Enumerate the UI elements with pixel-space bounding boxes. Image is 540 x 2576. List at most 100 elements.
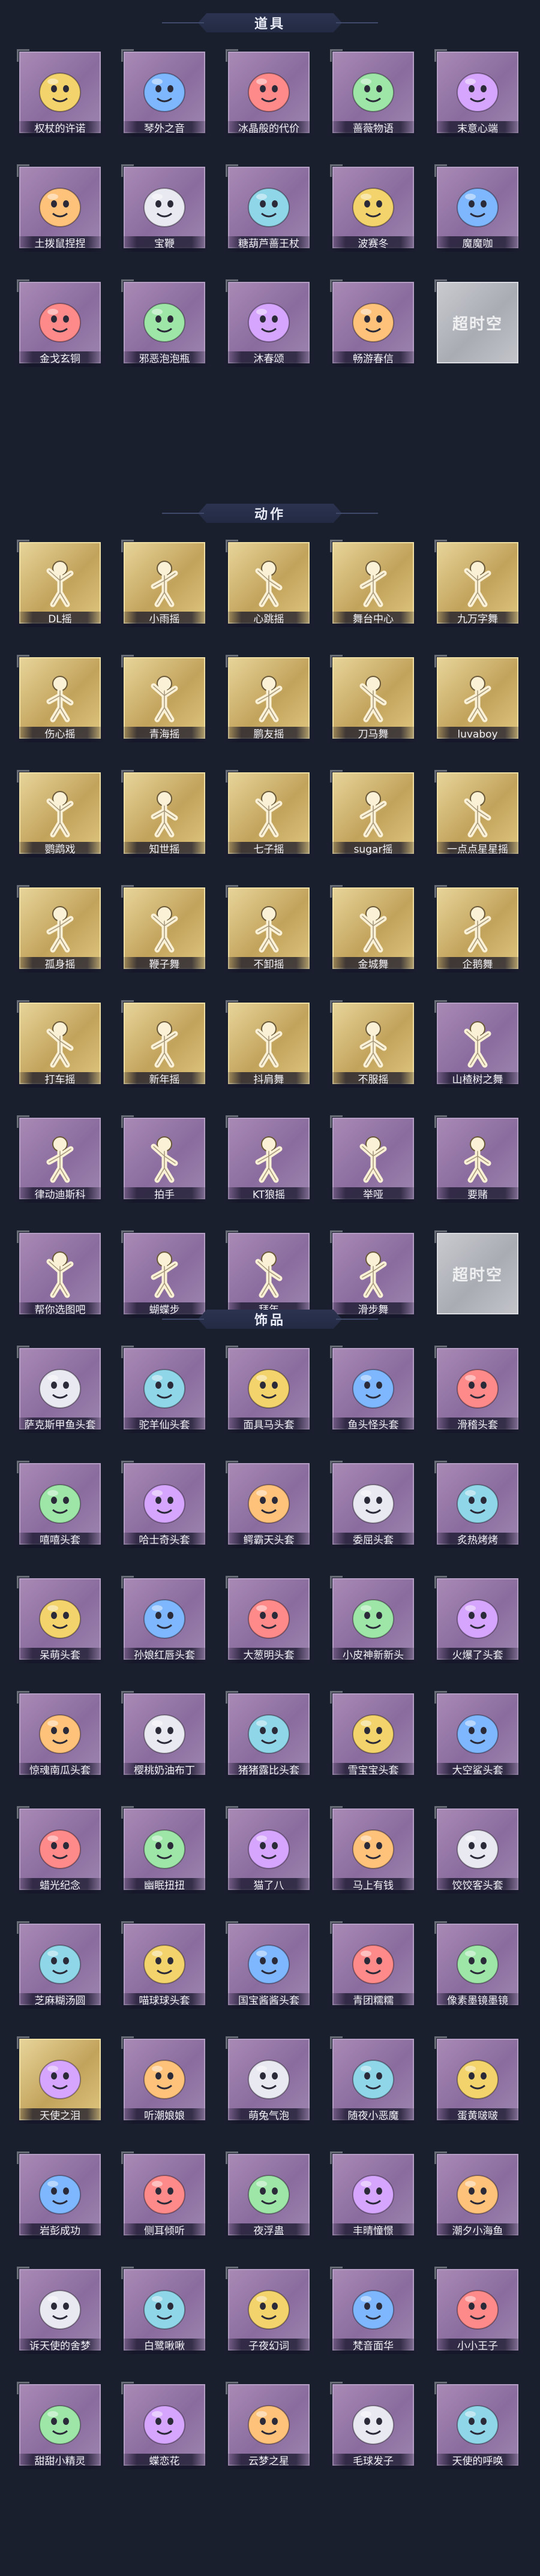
item-card[interactable]: 知世摇	[119, 769, 210, 867]
item-card[interactable]: 末意心端	[432, 48, 523, 146]
item-card[interactable]: 鱼头怪头套	[328, 1344, 419, 1443]
item-card[interactable]: 糖葫芦蔷王杖	[223, 163, 314, 261]
item-card[interactable]: 舞台中心	[328, 538, 419, 637]
item-card[interactable]: 云梦之星	[223, 2381, 314, 2479]
item-card[interactable]: 企鹅舞	[432, 884, 523, 982]
item-card[interactable]: 律动迪斯科	[14, 1114, 106, 1212]
item-card[interactable]: 山楂树之舞	[432, 999, 523, 1097]
item-card[interactable]: 幽眠扭扭	[119, 1805, 210, 1903]
item-card[interactable]: sugar摇	[328, 769, 419, 867]
item-card[interactable]: 鹦鹉戏	[14, 769, 106, 867]
item-card[interactable]: 土拨鼠捏捏	[14, 163, 106, 261]
item-card[interactable]: 丰晴憧憬	[328, 2150, 419, 2249]
item-card[interactable]: 宝鞭	[119, 163, 210, 261]
item-card[interactable]: 鞭子舞	[119, 884, 210, 982]
item-card[interactable]: luvaboy	[432, 654, 523, 752]
item-card[interactable]: 蜡光纪念	[14, 1805, 106, 1903]
snowman-icon	[346, 1704, 401, 1759]
item-card[interactable]: 蔷薇物语	[328, 48, 419, 146]
item-card[interactable]: 冰晶般的代价	[223, 48, 314, 146]
item-card[interactable]: 天使之泪	[14, 2035, 106, 2133]
item-card[interactable]: 小雨摇	[119, 538, 210, 637]
item-card[interactable]: 惊魂南瓜头套	[14, 1690, 106, 1788]
item-card[interactable]: 一点点星星摇	[432, 769, 523, 867]
item-card[interactable]: 青团糯糯	[328, 1920, 419, 2018]
item-card[interactable]: 听潮娘娘	[119, 2035, 210, 2133]
item-card[interactable]: 拍手	[119, 1114, 210, 1212]
item-card[interactable]: 刀马舞	[328, 654, 419, 752]
item-card[interactable]: 畅游春信	[328, 278, 419, 377]
item-card[interactable]: 芝麻糊汤圆	[14, 1920, 106, 2018]
item-card[interactable]: 国宝酱酱头套	[223, 1920, 314, 2018]
item-card[interactable]: 蝶恋花	[119, 2381, 210, 2479]
item-card[interactable]: 梵音面华	[328, 2265, 419, 2364]
item-label: 山楂树之舞	[432, 1072, 523, 1088]
item-card[interactable]: 萨克斯甲鱼头套	[14, 1344, 106, 1443]
item-card[interactable]: 火爆了头套	[432, 1575, 523, 1673]
item-card[interactable]: 孙娘红唇头套	[119, 1575, 210, 1673]
item-card[interactable]: 不卸摇	[223, 884, 314, 982]
item-card[interactable]: 金城舞	[328, 884, 419, 982]
item-card[interactable]: 打车摇	[14, 999, 106, 1097]
section-accessories: 饰品 萨克斯甲鱼头套 驼羊仙头套 面具马头套 鱼头怪头套 滑稽头套 嘻嘻头套 哈…	[0, 1302, 540, 2568]
item-card[interactable]: 诉天使的舍梦	[14, 2265, 106, 2364]
item-card[interactable]: 鹏友摇	[223, 654, 314, 752]
item-card[interactable]: 沐春颂	[223, 278, 314, 377]
item-card[interactable]: 猫了八	[223, 1805, 314, 1903]
item-card[interactable]: 毛球发子	[328, 2381, 419, 2479]
item-card[interactable]: 炙热烤烤	[432, 1459, 523, 1558]
item-card[interactable]: 面具马头套	[223, 1344, 314, 1443]
item-card[interactable]: 饺饺客头套	[432, 1805, 523, 1903]
item-card[interactable]: 萌兔气泡	[223, 2035, 314, 2133]
item-card[interactable]: DL摇	[14, 538, 106, 637]
item-label: 举哑	[328, 1187, 419, 1203]
item-card[interactable]: KT狼摇	[223, 1114, 314, 1212]
item-card[interactable]: 波赛冬	[328, 163, 419, 261]
item-card[interactable]: 要赌	[432, 1114, 523, 1212]
item-card[interactable]: 心跳摇	[223, 538, 314, 637]
item-card[interactable]: 白鹭啾啾	[119, 2265, 210, 2364]
item-card[interactable]: 樱桃奶油布丁	[119, 1690, 210, 1788]
item-card[interactable]: 像素墨镜墨镜	[432, 1920, 523, 2018]
item-card[interactable]: 大空鲨头套	[432, 1690, 523, 1788]
item-card[interactable]: 子夜幻词	[223, 2265, 314, 2364]
item-card[interactable]: 小小王子	[432, 2265, 523, 2364]
item-card[interactable]: 不服摇	[328, 999, 419, 1097]
item-card[interactable]: 夜浮蛊	[223, 2150, 314, 2249]
item-card[interactable]: 金戈玄铜	[14, 278, 106, 377]
item-card[interactable]: 伤心摇	[14, 654, 106, 752]
item-card[interactable]: 岩彭成功	[14, 2150, 106, 2249]
item-card[interactable]: 邪恶泡泡瓶	[119, 278, 210, 377]
item-card[interactable]: 举哑	[328, 1114, 419, 1212]
locked-item-card[interactable]: 超时空	[432, 278, 523, 377]
item-card[interactable]: 哈士奇头套	[119, 1459, 210, 1558]
item-card[interactable]: 魔魔咖	[432, 163, 523, 261]
item-card[interactable]: 潮夕小海鱼	[432, 2150, 523, 2249]
item-card[interactable]: 猪猪露比头套	[223, 1690, 314, 1788]
item-card[interactable]: 嘻嘻头套	[14, 1459, 106, 1558]
item-card[interactable]: 孤身摇	[14, 884, 106, 982]
item-card[interactable]: 委屈头套	[328, 1459, 419, 1558]
item-card[interactable]: 随夜小恶魔	[328, 2035, 419, 2133]
item-card[interactable]: 大葱明头套	[223, 1575, 314, 1673]
star-girl-icon	[241, 2395, 296, 2450]
item-card[interactable]: 侧耳倾听	[119, 2150, 210, 2249]
item-card[interactable]: 蛋黄啵啵	[432, 2035, 523, 2133]
item-card[interactable]: 权杖的许诺	[14, 48, 106, 146]
item-card[interactable]: 青海摇	[119, 654, 210, 752]
item-card[interactable]: 新年摇	[119, 999, 210, 1097]
item-card[interactable]: 鳄霸天头套	[223, 1459, 314, 1558]
item-card[interactable]: 雪宝宝头套	[328, 1690, 419, 1788]
item-card[interactable]: 呆萌头套	[14, 1575, 106, 1673]
item-card[interactable]: 七子摇	[223, 769, 314, 867]
item-card[interactable]: 喵球球头套	[119, 1920, 210, 2018]
item-card[interactable]: 琴外之音	[119, 48, 210, 146]
item-card[interactable]: 马上有钱	[328, 1805, 419, 1903]
item-card[interactable]: 小皮神新新头	[328, 1575, 419, 1673]
item-card[interactable]: 九万字舞	[432, 538, 523, 637]
item-card[interactable]: 天使的呼唤	[432, 2381, 523, 2479]
item-card[interactable]: 滑稽头套	[432, 1344, 523, 1443]
item-card[interactable]: 抖肩舞	[223, 999, 314, 1097]
item-card[interactable]: 甜甜小精灵	[14, 2381, 106, 2479]
item-card[interactable]: 驼羊仙头套	[119, 1344, 210, 1443]
